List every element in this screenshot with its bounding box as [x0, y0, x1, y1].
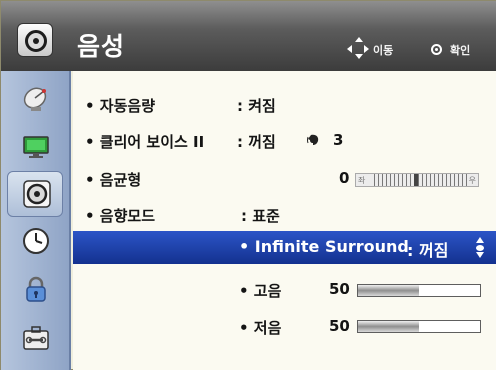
- balance-left-label: 좌: [358, 176, 366, 185]
- ok-button-icon: [431, 44, 442, 55]
- treble-level-bar[interactable]: [357, 284, 481, 297]
- sound-menu-panel: 음성 이동 확인 • 자동음량: 켜짐 • 클리어 보이스 II: 꺼짐 3…: [0, 0, 496, 370]
- hint-move-label: 이동: [373, 44, 394, 57]
- auto-volume-value: : 켜짐: [237, 97, 276, 115]
- sidebar-item-option[interactable]: [7, 315, 63, 361]
- balance-right-label: 우: [468, 176, 476, 185]
- infinite-surround-label: • Infinite Surround: [239, 237, 409, 256]
- balance-label: • 음균형: [85, 171, 142, 189]
- clear-voice-level: 3: [333, 131, 344, 149]
- sidebar-item-picture[interactable]: [7, 125, 63, 171]
- speaker-icon: [23, 180, 51, 208]
- toolbox-icon: [23, 326, 49, 350]
- balance-slider-knob[interactable]: [414, 174, 418, 186]
- sidebar-item-lock[interactable]: [7, 267, 63, 313]
- bass-level-bar[interactable]: [357, 320, 481, 333]
- voice-head-icon: [307, 134, 319, 145]
- speaker-icon: [17, 23, 53, 57]
- satellite-dish-icon: [23, 87, 47, 111]
- monitor-icon: [23, 136, 49, 158]
- infinite-surround-value: : 꺼짐: [407, 241, 449, 260]
- menu-row-infinite-surround[interactable]: • Infinite Surround : 꺼짐: [73, 231, 496, 264]
- sound-mode-value: : 표준: [241, 207, 280, 225]
- up-down-arrow-icon[interactable]: [473, 237, 487, 259]
- clock-icon: [23, 228, 49, 254]
- treble-label: • 고음: [239, 282, 282, 300]
- category-sidebar: [1, 71, 71, 370]
- sidebar-item-time[interactable]: [7, 219, 63, 265]
- treble-value: 50: [329, 280, 350, 298]
- lock-icon: [26, 276, 46, 302]
- dpad-icon: [347, 37, 369, 59]
- balance-slider[interactable]: 좌 우: [355, 173, 479, 187]
- clear-voice-label: • 클리어 보이스 II: [85, 133, 205, 151]
- page-title: 음성: [77, 32, 126, 61]
- clear-voice-value: : 꺼짐: [237, 133, 276, 151]
- auto-volume-label: • 자동음량: [85, 97, 156, 115]
- bass-value: 50: [329, 317, 350, 335]
- sidebar-item-channel[interactable]: [7, 77, 63, 123]
- bass-level-fill: [358, 321, 419, 332]
- sidebar-item-sound[interactable]: [7, 171, 63, 217]
- sound-mode-label: • 음향모드: [85, 207, 156, 225]
- treble-level-fill: [358, 285, 419, 296]
- balance-value: 0: [339, 169, 350, 187]
- menu-header: 음성 이동 확인: [1, 1, 496, 71]
- hint-ok-label: 확인: [450, 44, 471, 57]
- bass-label: • 저음: [239, 319, 282, 337]
